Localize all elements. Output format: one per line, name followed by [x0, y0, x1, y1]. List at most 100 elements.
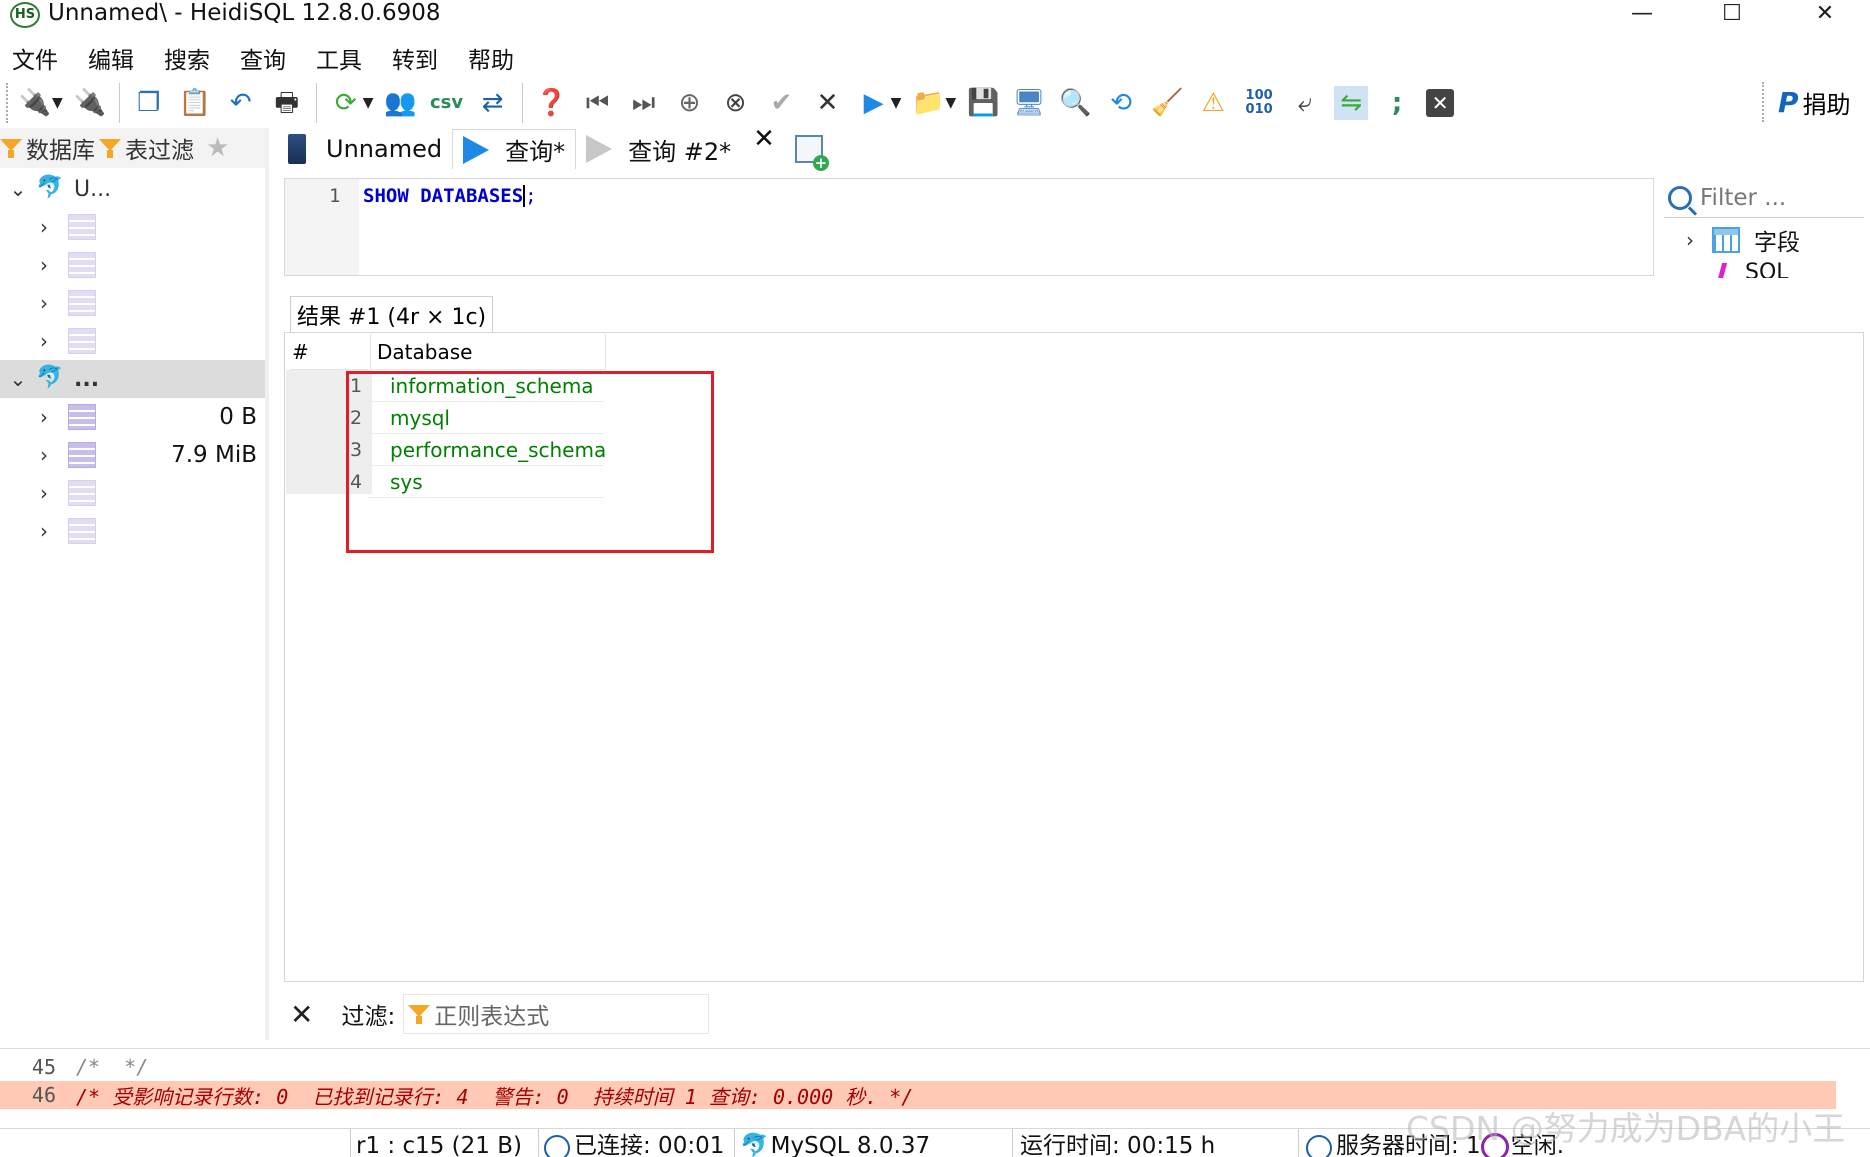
connect-plug-icon[interactable]: 🔌 [18, 86, 52, 120]
undo-icon[interactable]: ↶ [224, 86, 258, 120]
helper-filter-input[interactable]: Filter ... [1664, 178, 1864, 218]
panel-splitter[interactable] [265, 128, 269, 1040]
mysql-dolphin-icon: 🐬 [36, 365, 64, 390]
helper-fields-label: 字段 [1754, 230, 1800, 256]
refresh-icon[interactable]: ⟳ [329, 86, 363, 120]
database-icon [68, 404, 96, 430]
tree-db-row[interactable]: › [0, 322, 265, 360]
chevron-right-icon[interactable]: › [34, 215, 54, 239]
server-label: ... [74, 366, 100, 392]
wrap-icon[interactable]: ⤶ [1288, 86, 1322, 120]
new-query-tab-icon[interactable] [794, 135, 829, 171]
semicolon-icon[interactable]: ; [1380, 86, 1414, 120]
menu-file[interactable]: 文件 [12, 41, 58, 75]
toolbar-separator [315, 83, 317, 123]
tree-db-row[interactable]: › 0 B [0, 398, 265, 436]
window-title: Unnamed\ - HeidiSQL 12.8.0.6908 [48, 0, 441, 26]
disconnect-plug-icon[interactable]: 🔌 [73, 86, 107, 120]
chevron-down-icon[interactable]: ▼ [945, 95, 956, 111]
copy-icon[interactable]: ❐ [132, 86, 166, 120]
chevron-down-icon[interactable]: ▼ [363, 95, 374, 111]
sync-icon[interactable]: ⇄ [476, 86, 510, 120]
funnel-icon [408, 1003, 431, 1025]
chevron-right-icon[interactable]: › [34, 481, 54, 505]
binary-icon[interactable]: 100 010 [1242, 86, 1276, 120]
export-csv-icon[interactable]: csv [430, 86, 464, 120]
user-manager-icon[interactable]: 👥 [384, 86, 418, 120]
column-header-rownum[interactable]: # [290, 334, 368, 370]
donate-button[interactable]: P 捐助 [1762, 82, 1851, 122]
regex-filter-input[interactable]: 正则表达式 [403, 994, 710, 1034]
chevron-right-icon[interactable]: › [34, 329, 54, 353]
status-cursor: r1 : c15 (21 B) [356, 1133, 522, 1157]
minimize-button[interactable]: — [1612, 0, 1672, 26]
menu-search[interactable]: 搜索 [164, 41, 210, 75]
tree-db-row[interactable]: › 7.9 MiB [0, 436, 265, 474]
helper-sql-label: SQL [1745, 260, 1789, 278]
open-folder-icon[interactable]: 📁 [911, 86, 945, 120]
chevron-right-icon[interactable]: › [34, 253, 54, 277]
clear-icon[interactable]: 🧹 [1150, 86, 1184, 120]
menu-goto[interactable]: 转到 [392, 41, 438, 75]
close-icon[interactable]: ✕ [753, 124, 775, 154]
paste-icon[interactable]: 📋 [178, 86, 212, 120]
helper-item-sql[interactable]: SQL [1664, 260, 1864, 278]
chevron-right-icon[interactable]: › [1680, 228, 1700, 252]
tab-host-label: Unnamed [326, 135, 443, 163]
format-icon[interactable]: ⇋ [1334, 86, 1369, 120]
tree-server-row[interactable]: ⌄ 🐬 U... [0, 170, 265, 208]
heidisql-logo-icon: HS [10, 2, 40, 28]
warning-icon[interactable]: ⚠ [1196, 86, 1230, 120]
column-header-database[interactable]: Database [370, 334, 606, 370]
menu-help[interactable]: 帮助 [468, 41, 514, 75]
tab-host[interactable]: Unnamed [278, 129, 452, 169]
replace-icon[interactable]: ⟲ [1104, 86, 1138, 120]
stop-icon[interactable]: ✕ [1426, 89, 1455, 117]
sql-editor[interactable]: 1 SHOW DATABASES; [284, 178, 1654, 276]
menu-tools[interactable]: 工具 [316, 41, 362, 75]
chevron-down-icon[interactable]: ▼ [891, 95, 902, 111]
post-record-icon[interactable]: ✔ [765, 86, 799, 120]
first-record-icon[interactable]: ⏮ [581, 86, 615, 120]
tab-database-filter[interactable]: 数据库 [0, 131, 95, 165]
save-icon[interactable]: 💾 [966, 86, 1000, 120]
delete-record-icon[interactable]: ⊗ [719, 86, 753, 120]
tab-table-filter[interactable]: 表过滤 [99, 131, 194, 165]
menu-edit[interactable]: 编辑 [88, 41, 134, 75]
help-icon[interactable]: ❓ [535, 86, 569, 120]
tree-db-row[interactable]: › [0, 474, 265, 512]
last-record-icon[interactable]: ⏭ [627, 86, 661, 120]
tree-db-row[interactable]: › [0, 512, 265, 550]
chevron-down-icon[interactable]: ▼ [52, 95, 63, 111]
server-icon [288, 134, 306, 164]
tab-result-1[interactable]: 结果 #1 (4r × 1c) [290, 296, 494, 332]
chevron-right-icon[interactable]: › [34, 519, 54, 543]
run-icon[interactable]: ▶ [857, 86, 891, 120]
print-icon[interactable]: 🖶 [270, 86, 304, 120]
add-record-icon[interactable]: ⊕ [673, 86, 707, 120]
tab-query-2[interactable]: 查询 #2* ✕ [576, 124, 785, 169]
maximize-button[interactable]: ☐ [1702, 0, 1762, 26]
close-filter-icon[interactable]: ✕ [290, 998, 313, 1031]
cancel-icon[interactable]: ✕ [811, 86, 845, 120]
annotation-highlight-box [346, 371, 714, 553]
tree-db-row[interactable]: › [0, 208, 265, 246]
funnel-icon [99, 137, 121, 159]
sql-code[interactable]: SHOW DATABASES; [363, 185, 537, 207]
close-button[interactable]: ✕ [1795, 0, 1855, 26]
tree-server-row-selected[interactable]: ⌄ 🐬 ... [0, 360, 265, 398]
chevron-right-icon[interactable]: › [34, 291, 54, 315]
tab-query-1[interactable]: 查询* [452, 129, 577, 169]
tree-db-row[interactable]: › [0, 246, 265, 284]
status-separator [734, 1129, 735, 1157]
chevron-right-icon[interactable]: › [34, 405, 54, 429]
find-icon[interactable]: 🔍 [1058, 86, 1092, 120]
chevron-down-icon[interactable]: ⌄ [8, 177, 28, 201]
star-icon[interactable]: ★ [206, 133, 229, 163]
chevron-right-icon[interactable]: › [34, 443, 54, 467]
helper-item-fields[interactable]: › 字段 [1664, 222, 1864, 258]
tree-db-row[interactable]: › [0, 284, 265, 322]
menu-query[interactable]: 查询 [240, 41, 286, 75]
chevron-down-icon[interactable]: ⌄ [8, 367, 28, 391]
load-icon[interactable]: 🖥 [1012, 86, 1046, 120]
